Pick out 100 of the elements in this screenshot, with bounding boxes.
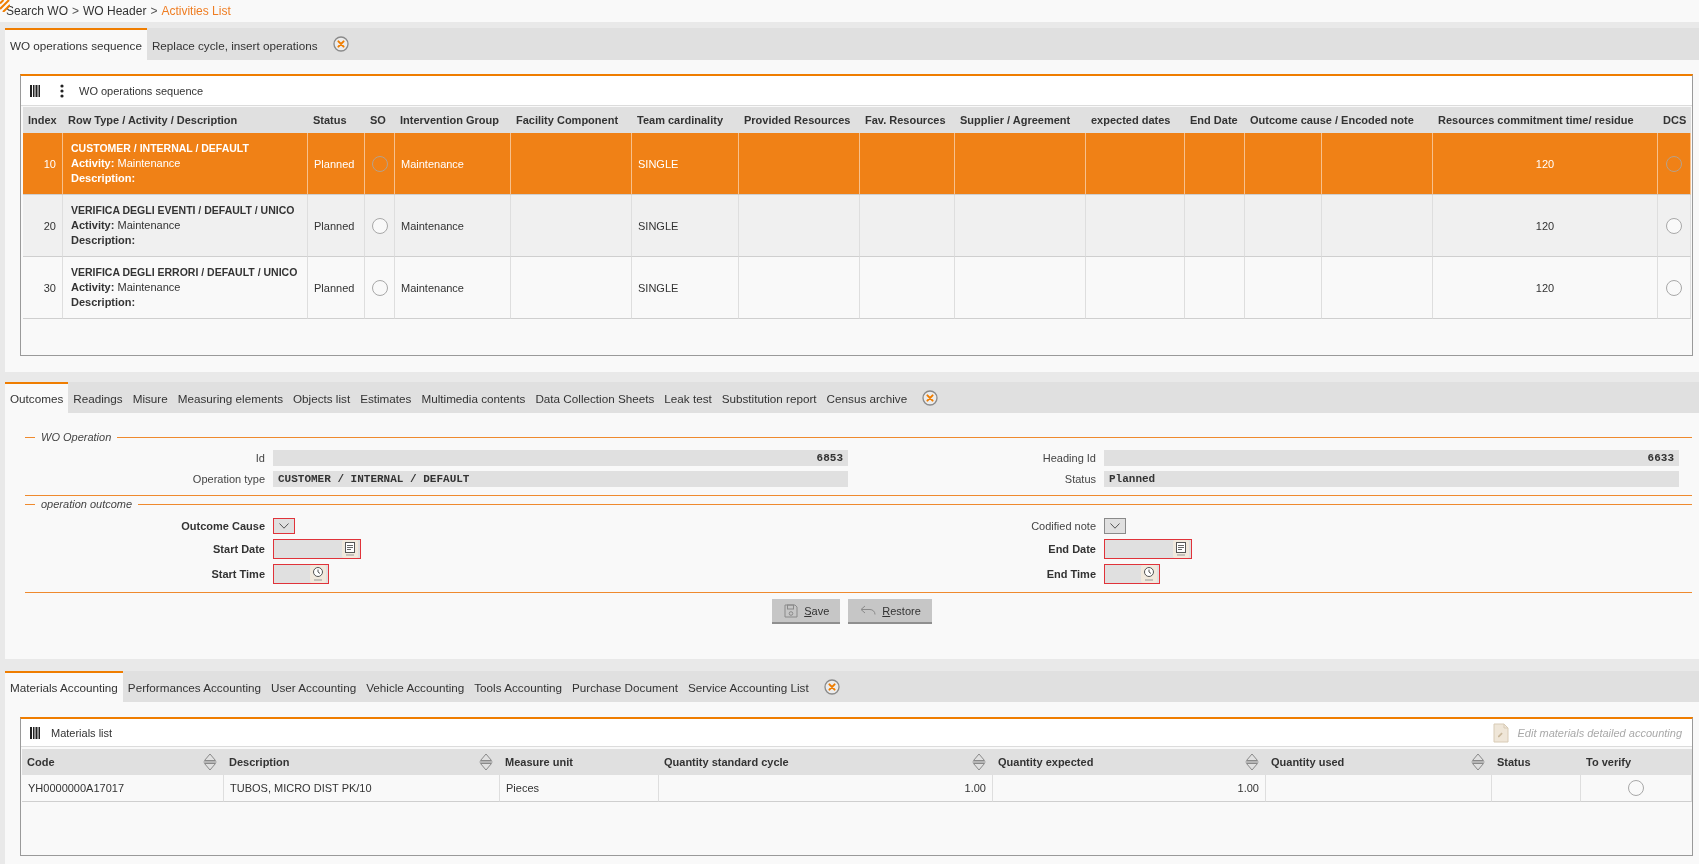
dropdown-field[interactable] bbox=[273, 518, 295, 534]
calendar-icon[interactable] bbox=[342, 540, 358, 558]
sort-arrows-icon[interactable] bbox=[203, 753, 217, 771]
tab[interactable]: Vehicle Accounting bbox=[361, 671, 470, 702]
sort-arrows-icon[interactable] bbox=[479, 753, 493, 771]
table-cell: 20 bbox=[43, 219, 56, 232]
date-field[interactable] bbox=[273, 539, 361, 559]
time-field[interactable] bbox=[1104, 564, 1160, 584]
column-header: SO bbox=[365, 107, 395, 133]
column-header: End Date bbox=[1185, 107, 1245, 133]
field-label: End Time bbox=[1045, 568, 1097, 580]
tab[interactable]: Replace cycle, insert operations bbox=[146, 28, 323, 60]
description-label: Description: bbox=[71, 171, 137, 186]
field-label: Id bbox=[254, 452, 266, 464]
table-cell: Pieces bbox=[506, 782, 540, 794]
row-type-title: VERIFICA DEGLI EVENTI / DEFAULT / UNICO bbox=[71, 203, 296, 218]
tab[interactable]: Performances Accounting bbox=[122, 671, 267, 702]
column-header[interactable]: Code bbox=[22, 749, 224, 775]
tab[interactable]: Outcomes bbox=[5, 382, 69, 413]
chevron-down-icon bbox=[1110, 523, 1120, 529]
close-icon[interactable] bbox=[332, 36, 349, 52]
field-label: Operation type bbox=[191, 473, 266, 485]
row-type-title: VERIFICA DEGLI ERRORI / DEFAULT / UNICO bbox=[71, 265, 299, 280]
breadcrumb-link[interactable]: WO Header bbox=[83, 4, 147, 18]
table-cell: Maintenance bbox=[401, 219, 464, 232]
column-header: DCS bbox=[1658, 107, 1691, 133]
readonly-field: 6853 bbox=[273, 450, 848, 466]
table-cell: SINGLE bbox=[638, 219, 679, 232]
radio-button[interactable] bbox=[371, 279, 388, 296]
tab[interactable]: Purchase Document bbox=[567, 671, 683, 702]
field-label: Heading Id bbox=[1041, 452, 1097, 464]
column-header[interactable]: Quantity used bbox=[1266, 749, 1492, 775]
tab[interactable]: Tools Accounting bbox=[469, 671, 567, 702]
breadcrumb-link[interactable]: Search WO bbox=[6, 4, 68, 18]
activity-text: Activity: Maintenance bbox=[71, 280, 182, 295]
table-cell: SINGLE bbox=[638, 281, 679, 294]
table-cell: SINGLE bbox=[638, 157, 679, 170]
tab[interactable]: Materials Accounting bbox=[5, 671, 123, 702]
tab[interactable]: Misure bbox=[127, 382, 173, 413]
breadcrumb-separator: > bbox=[150, 4, 158, 18]
section-legend: WO Operation bbox=[41, 431, 112, 443]
time-field[interactable] bbox=[273, 564, 329, 584]
table-cell: 120 bbox=[1535, 157, 1555, 170]
table-row[interactable]: 20 VERIFICA DEGLI EVENTI / DEFAULT / UNICO Activity: Maintenance Description: Planned Maintenance SINGLE 120 bbox=[23, 195, 1691, 257]
description-label: Description: bbox=[71, 295, 137, 310]
table-cell: 120 bbox=[1535, 219, 1555, 232]
columns-icon[interactable] bbox=[30, 84, 40, 97]
kebab-menu-icon[interactable] bbox=[60, 83, 64, 98]
close-icon[interactable] bbox=[922, 389, 939, 406]
tab[interactable]: Substitution report bbox=[716, 382, 822, 413]
radio-button[interactable] bbox=[371, 217, 388, 234]
table-cell: 1.00 bbox=[964, 782, 986, 794]
field-label: Codified note bbox=[1030, 520, 1097, 532]
tab[interactable]: WO operations sequence bbox=[5, 28, 147, 60]
date-field[interactable] bbox=[1104, 539, 1192, 559]
panel-title: Materials list bbox=[51, 726, 113, 739]
column-header: Provided Resources bbox=[739, 107, 860, 133]
tab[interactable]: Objects list bbox=[288, 382, 356, 413]
tab[interactable]: Data Collection Sheets bbox=[530, 382, 660, 413]
sort-arrows-icon[interactable] bbox=[1245, 753, 1259, 771]
sort-arrows-icon[interactable] bbox=[1471, 753, 1485, 771]
calendar-icon[interactable] bbox=[1173, 540, 1189, 558]
close-icon[interactable] bbox=[823, 678, 840, 695]
tab[interactable]: Service Accounting List bbox=[682, 671, 814, 702]
dropdown-field[interactable] bbox=[1104, 518, 1126, 534]
column-header: Row Type / Activity / Description bbox=[63, 107, 308, 133]
radio-button[interactable] bbox=[1628, 780, 1644, 796]
save-button[interactable]: Save bbox=[772, 599, 841, 624]
column-header: Fav. Resources bbox=[860, 107, 955, 133]
column-header: Intervention Group bbox=[395, 107, 511, 133]
radio-button[interactable] bbox=[1666, 279, 1682, 296]
column-header[interactable]: Description bbox=[224, 749, 500, 775]
table-cell: Maintenance bbox=[401, 157, 464, 170]
activity-text: Activity: Maintenance bbox=[71, 156, 182, 171]
table-cell: Maintenance bbox=[401, 281, 464, 294]
columns-icon[interactable] bbox=[30, 726, 40, 739]
column-header: Team cardinality bbox=[632, 107, 739, 133]
radio-button[interactable] bbox=[1666, 217, 1682, 234]
tab[interactable]: Leak test bbox=[659, 382, 717, 413]
column-header: Status bbox=[1492, 749, 1581, 775]
restore-button[interactable]: Restore bbox=[848, 599, 932, 624]
tab[interactable]: User Accounting bbox=[266, 671, 362, 702]
tab[interactable]: Multimedia contents bbox=[416, 382, 531, 413]
column-header: Resources commitment time/ residue bbox=[1433, 107, 1658, 133]
column-header: Index bbox=[23, 107, 63, 133]
sort-arrows-icon[interactable] bbox=[972, 753, 986, 771]
tab[interactable]: Census archive bbox=[821, 382, 913, 413]
column-header[interactable]: Quantity standard cycle bbox=[659, 749, 993, 775]
tab[interactable]: Measuring elements bbox=[172, 382, 288, 413]
field-label: Start Date bbox=[212, 543, 266, 555]
tab[interactable]: Estimates bbox=[355, 382, 417, 413]
clock-icon[interactable] bbox=[1141, 565, 1157, 583]
column-header: Outcome cause / Encoded note bbox=[1245, 107, 1433, 133]
column-header[interactable]: Quantity expected bbox=[993, 749, 1266, 775]
table-row[interactable]: 30 VERIFICA DEGLI ERRORI / DEFAULT / UNICO Activity: Maintenance Description: Planned Maintenance SINGLE 120 bbox=[23, 257, 1691, 319]
section-legend: operation outcome bbox=[41, 498, 133, 510]
column-header: Facility Component bbox=[511, 107, 632, 133]
tab[interactable]: Readings bbox=[68, 382, 128, 413]
clock-icon[interactable] bbox=[310, 565, 326, 583]
readonly-field: Planned bbox=[1104, 471, 1679, 487]
